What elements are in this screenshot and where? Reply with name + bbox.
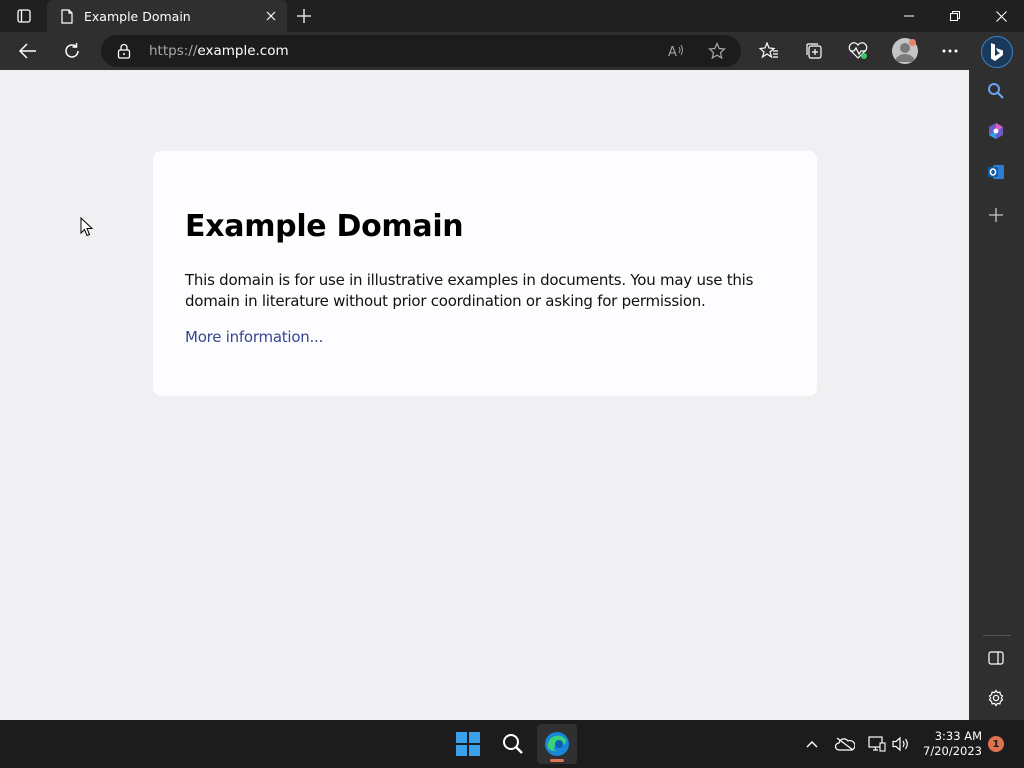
tab-title: Example Domain: [84, 8, 191, 24]
performance-button[interactable]: [842, 35, 874, 67]
search-icon[interactable]: [983, 78, 1009, 104]
content-card: Example Domain This domain is for use in…: [153, 151, 817, 396]
back-button[interactable]: [12, 35, 44, 67]
chevron-up-icon[interactable]: [800, 732, 824, 756]
edge-icon[interactable]: [537, 724, 577, 764]
refresh-button[interactable]: [56, 35, 88, 67]
add-sidebar-app-icon[interactable]: [983, 202, 1009, 228]
title-bar: Example Domain: [0, 0, 1024, 32]
notification-badge[interactable]: 1: [988, 736, 1004, 752]
onedrive-icon[interactable]: [833, 732, 857, 756]
gear-icon[interactable]: [983, 685, 1009, 711]
url-protocol: https://: [149, 43, 198, 59]
minimize-button[interactable]: [886, 0, 932, 32]
clock-time: 3:33 AM: [934, 729, 982, 743]
taskbar-search-icon[interactable]: [493, 724, 533, 764]
mouse-cursor-icon: [80, 217, 94, 237]
outlook-icon[interactable]: [983, 159, 1009, 185]
browser-tab[interactable]: Example Domain: [47, 0, 287, 32]
system-clock[interactable]: 3:33 AM 7/20/2023: [918, 729, 982, 759]
svg-text:A: A: [668, 45, 677, 59]
edge-sidebar: [969, 70, 1024, 720]
copilot-icon[interactable]: [983, 118, 1009, 144]
bing-icon[interactable]: [981, 36, 1013, 68]
url-text[interactable]: https://example.com: [149, 43, 289, 59]
star-icon[interactable]: [704, 38, 730, 64]
url-host: example.com: [197, 43, 289, 59]
tab-actions-icon[interactable]: [8, 4, 40, 28]
close-window-button[interactable]: [978, 0, 1024, 32]
favorites-button[interactable]: [753, 35, 785, 67]
profile-status-dot: [909, 39, 916, 46]
volume-icon[interactable]: [889, 732, 913, 756]
active-app-indicator: [550, 759, 564, 762]
more-button[interactable]: [934, 35, 966, 67]
taskbar: 3:33 AM 7/20/2023: [0, 720, 1024, 768]
more-information-link[interactable]: More information...: [185, 328, 323, 346]
sidebar-divider: [983, 635, 1011, 636]
clock-date: 7/20/2023: [923, 744, 982, 758]
restore-button[interactable]: [932, 0, 978, 32]
network-icon[interactable]: [865, 732, 889, 756]
address-bar[interactable]: https://example.com A: [101, 35, 741, 67]
lock-icon[interactable]: [115, 42, 133, 60]
split-screen-icon[interactable]: [983, 645, 1009, 671]
windows-start-icon[interactable]: [448, 724, 488, 764]
close-tab-icon[interactable]: [261, 6, 281, 26]
new-tab-button[interactable]: [292, 4, 316, 28]
page-icon: [59, 8, 75, 24]
read-aloud-icon[interactable]: A: [664, 38, 690, 64]
page-paragraph: This domain is for use in illustrative e…: [185, 271, 754, 310]
page-viewport: Example Domain This domain is for use in…: [0, 70, 969, 720]
page-heading: Example Domain: [185, 209, 464, 244]
collections-button[interactable]: [798, 35, 830, 67]
